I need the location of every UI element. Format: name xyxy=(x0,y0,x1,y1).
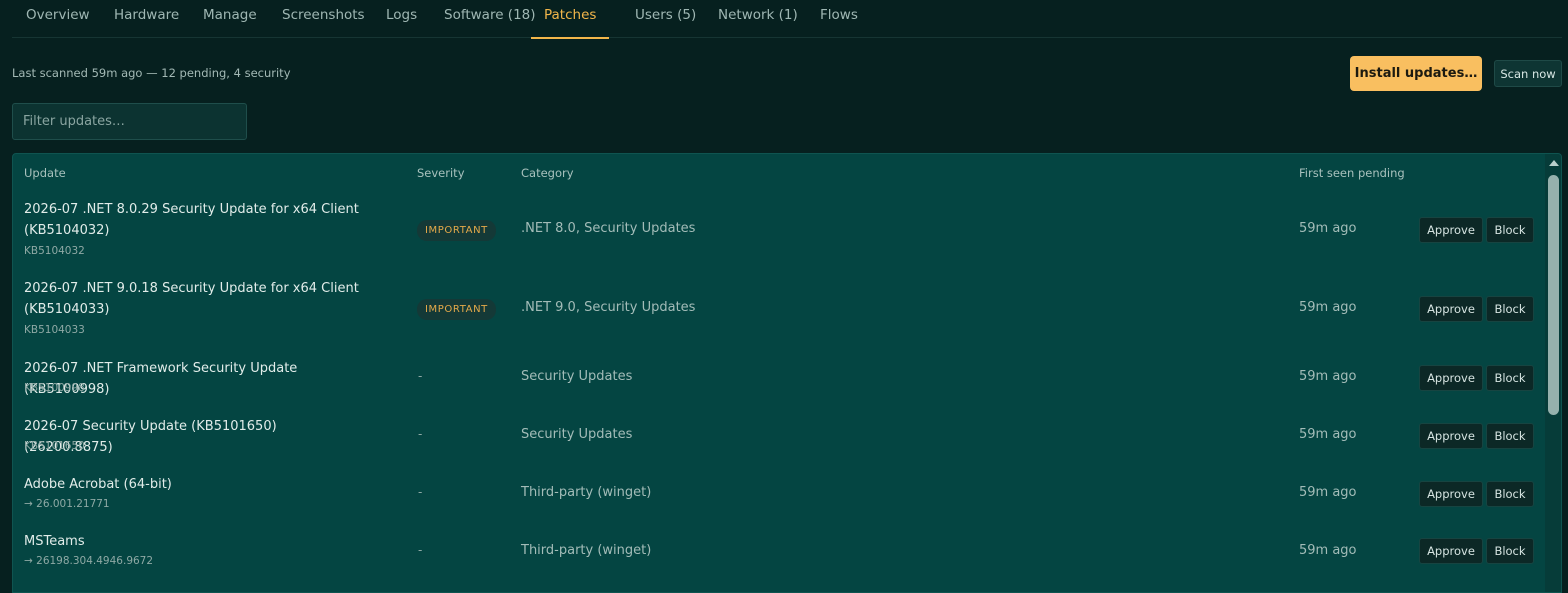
scan-status-text: Last scanned 59m ago — 12 pending, 4 sec… xyxy=(12,66,291,80)
tab-hardware[interactable]: Hardware xyxy=(114,0,179,38)
block-button[interactable]: Block xyxy=(1486,296,1534,322)
update-title: 2026-07 .NET 9.0.18 Security Update for … xyxy=(24,281,359,317)
tab-manage[interactable]: Manage xyxy=(203,0,257,38)
update-category: Third-party (winget) xyxy=(521,543,652,558)
first-seen: 59m ago xyxy=(1299,485,1357,500)
update-title: Adobe Acrobat (64-bit) xyxy=(24,477,172,492)
first-seen: 59m ago xyxy=(1299,543,1357,558)
column-header-severity: Severity xyxy=(417,166,465,180)
table-row: MSTeams → 26198.304.4946.9672 - Third-pa… xyxy=(13,531,1543,589)
table-row: Adobe Acrobat (64-bit) → 26.001.21771 - … xyxy=(13,474,1543,532)
tab-users[interactable]: Users (5) xyxy=(635,0,696,38)
install-updates-button[interactable]: Install updates… xyxy=(1350,56,1482,91)
severity-none: - xyxy=(418,427,423,441)
block-button[interactable]: Block xyxy=(1486,365,1534,391)
column-header-first-seen: First seen pending xyxy=(1299,166,1405,180)
update-category: .NET 9.0, Security Updates xyxy=(521,300,696,315)
update-title: 2026-07 .NET 8.0.29 Security Update for … xyxy=(24,202,359,238)
severity-none: - xyxy=(418,485,423,499)
approve-button[interactable]: Approve xyxy=(1419,481,1483,507)
tab-network[interactable]: Network (1) xyxy=(718,0,798,38)
table-row: 2026-07 Security Update (KB5101650) (262… xyxy=(13,416,1543,474)
first-seen: 59m ago xyxy=(1299,427,1357,442)
tab-screenshots[interactable]: Screenshots xyxy=(282,0,365,38)
table-row: 2026-07 .NET Framework Security Update (… xyxy=(13,358,1543,416)
tab-logs[interactable]: Logs xyxy=(386,0,417,38)
block-button[interactable]: Block xyxy=(1486,423,1534,449)
tab-software[interactable]: Software (18) xyxy=(444,0,536,38)
scan-now-button[interactable]: Scan now xyxy=(1494,60,1562,87)
table-header: Update Severity Category First seen pend… xyxy=(13,154,1543,190)
approve-button[interactable]: Approve xyxy=(1419,217,1483,243)
first-seen: 59m ago xyxy=(1299,221,1357,236)
update-category: Security Updates xyxy=(521,427,633,442)
update-kb: KB5100998 xyxy=(24,382,85,394)
tab-bar: Overview Hardware Manage Screenshots Log… xyxy=(12,0,1562,39)
update-kb: KB5101650 xyxy=(24,440,85,452)
table-scrollbar[interactable] xyxy=(1545,154,1561,592)
block-button[interactable]: Block xyxy=(1486,538,1534,564)
approve-button[interactable]: Approve xyxy=(1419,423,1483,449)
block-button[interactable]: Block xyxy=(1486,217,1534,243)
column-header-update: Update xyxy=(24,166,66,180)
first-seen: 59m ago xyxy=(1299,300,1357,315)
block-button[interactable]: Block xyxy=(1486,481,1534,507)
filter-updates-input[interactable] xyxy=(12,103,247,140)
approve-button[interactable]: Approve xyxy=(1419,538,1483,564)
update-kb: KB5104032 xyxy=(24,245,85,257)
tab-patches[interactable]: Patches xyxy=(531,0,610,39)
severity-none: - xyxy=(418,369,423,383)
update-version: → 26198.304.4946.9672 xyxy=(24,555,154,567)
first-seen: 59m ago xyxy=(1299,369,1357,384)
scroll-up-arrow-icon[interactable] xyxy=(1549,160,1559,166)
scrollbar-thumb[interactable] xyxy=(1548,175,1559,415)
updates-table: Update Severity Category First seen pend… xyxy=(12,153,1562,593)
update-category: Third-party (winget) xyxy=(521,485,652,500)
table-row: 2026-07 .NET 8.0.29 Security Update for … xyxy=(13,199,1543,278)
severity-none: - xyxy=(418,543,423,557)
severity-badge: IMPORTANT xyxy=(417,299,496,320)
approve-button[interactable]: Approve xyxy=(1419,365,1483,391)
table-row: 2026-07 .NET 9.0.18 Security Update for … xyxy=(13,278,1543,357)
update-title: MSTeams xyxy=(24,534,85,549)
column-header-category: Category xyxy=(521,166,574,180)
update-category: .NET 8.0, Security Updates xyxy=(521,221,696,236)
update-kb: KB5104033 xyxy=(24,324,85,336)
approve-button[interactable]: Approve xyxy=(1419,296,1483,322)
severity-badge: IMPORTANT xyxy=(417,220,496,241)
tab-overview[interactable]: Overview xyxy=(26,0,90,38)
update-category: Security Updates xyxy=(521,369,633,384)
tab-flows[interactable]: Flows xyxy=(820,0,858,38)
update-version: → 26.001.21771 xyxy=(24,498,110,510)
